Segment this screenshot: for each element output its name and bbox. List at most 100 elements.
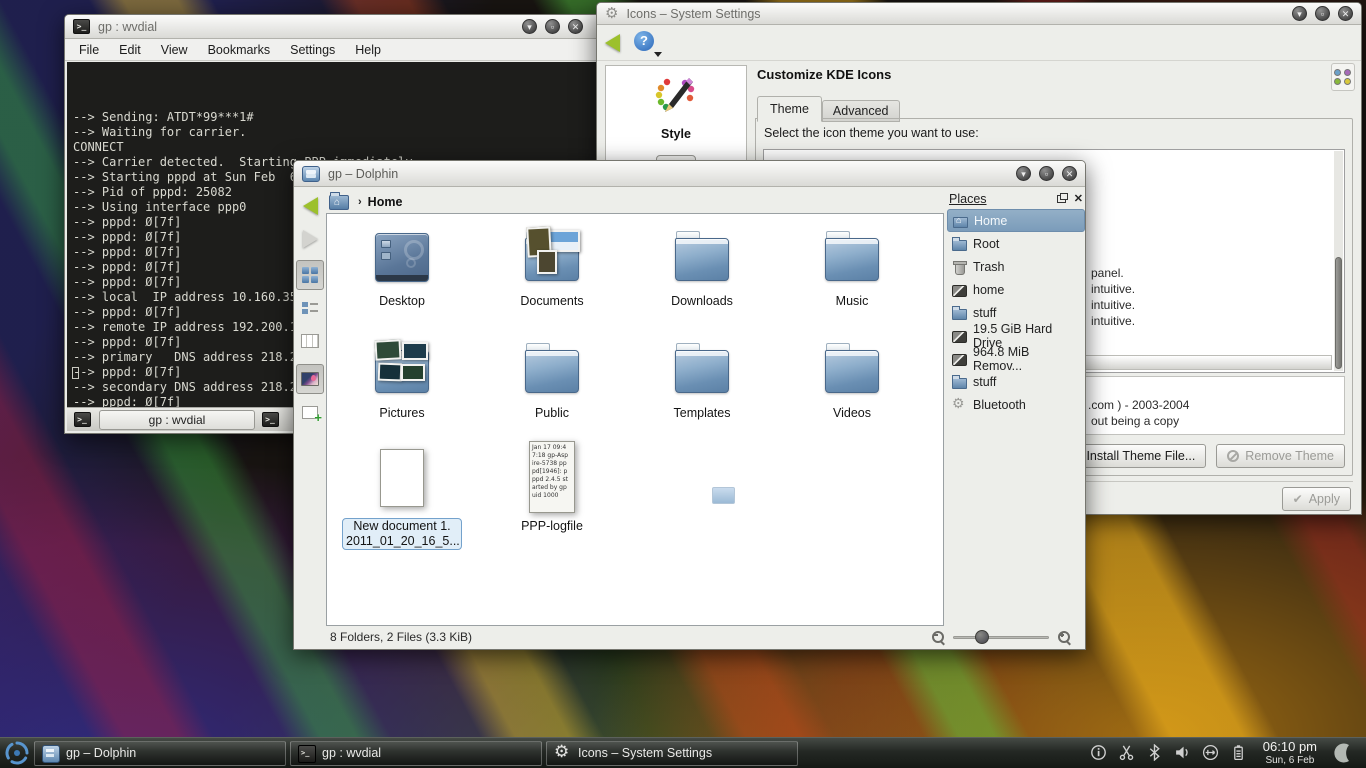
icon-theme-list-text: panel.intuitive.intuitive.intuitive. (1091, 265, 1135, 329)
columns-view-button[interactable] (296, 326, 324, 356)
new-tab-button[interactable]: >_ (69, 410, 95, 430)
close-icon[interactable]: ✕ (1062, 166, 1077, 181)
file-item[interactable]: Jan 17 09:4 7:18 gp-Asp ire-5738 pp pd[1… (477, 439, 627, 557)
file-label: New document 1. 2011_01_20_16_5... (342, 518, 462, 550)
folder-icon (820, 336, 884, 400)
dolphin-titlebar[interactable]: gp – Dolphin ▾ ▫ ✕ (294, 161, 1085, 187)
task-button[interactable]: gp : wvdial (290, 741, 542, 766)
place-item[interactable]: home (947, 278, 1085, 301)
icons-view-icon (302, 267, 318, 283)
back-button[interactable] (296, 191, 324, 221)
minimize-icon[interactable]: ▾ (522, 19, 537, 34)
dolphin-file-view[interactable]: Desktop Documents Downloads (326, 213, 944, 626)
chevron-down-icon (654, 52, 662, 57)
device-notifier-icon[interactable] (1201, 743, 1220, 762)
slider-track (953, 636, 1049, 639)
overview-icon[interactable] (1331, 63, 1355, 91)
close-icon[interactable]: ✕ (1338, 6, 1353, 21)
folder-item[interactable]: Templates (627, 336, 777, 448)
bluetooth-icon[interactable] (1145, 743, 1164, 762)
maximize-icon[interactable]: ▫ (1039, 166, 1054, 181)
place-item[interactable]: Root (947, 232, 1085, 255)
task-icon (553, 745, 571, 761)
place-item[interactable]: stuff (947, 370, 1085, 393)
terminal-icon: >_ (262, 412, 279, 427)
task-manager: gp – Dolphin gp : wvdial Icons – System … (34, 741, 802, 766)
apply-button[interactable]: ✔ Apply (1282, 487, 1351, 511)
menu-item[interactable]: Edit (119, 43, 141, 57)
breadcrumb-home[interactable]: Home (368, 195, 403, 209)
icons-view-button[interactable] (296, 260, 324, 290)
menu-item[interactable]: Bookmarks (208, 43, 271, 57)
folder-item[interactable]: Public (477, 336, 627, 448)
terminal-cursor (72, 367, 79, 379)
forward-button[interactable] (296, 224, 324, 254)
task-button[interactable]: Icons – System Settings (546, 741, 798, 766)
tab-theme[interactable]: Theme (757, 96, 822, 122)
klipper-icon[interactable] (1117, 743, 1136, 762)
folder-grid: Desktop Documents Downloads (327, 224, 943, 448)
panel-taskbar: gp – Dolphin gp : wvdial Icons – System … (0, 737, 1366, 768)
konsole-tab[interactable]: gp : wvdial (99, 410, 255, 430)
digital-clock[interactable]: 06:10 pm Sun, 6 Feb (1257, 740, 1323, 765)
folder-item[interactable]: Music (777, 224, 927, 336)
zoom-in-icon[interactable] (1057, 630, 1071, 644)
task-icon (297, 745, 315, 761)
place-label: Root (973, 237, 999, 251)
remove-theme-button[interactable]: Remove Theme (1216, 444, 1345, 468)
place-item[interactable]: Home (947, 209, 1085, 232)
place-label: home (973, 283, 1004, 297)
slider-handle[interactable] (975, 630, 989, 644)
folder-item[interactable]: Downloads (627, 224, 777, 336)
menu-item[interactable]: Help (355, 43, 381, 57)
info-icon[interactable] (1089, 743, 1108, 762)
folder-item[interactable]: Desktop (327, 224, 477, 336)
minimize-icon[interactable]: ▾ (1292, 6, 1307, 21)
split-view-button[interactable] (296, 397, 324, 427)
panel-toolbox-icon[interactable] (1332, 741, 1356, 765)
volume-icon[interactable] (1173, 743, 1192, 762)
maximize-icon[interactable]: ▫ (1315, 6, 1330, 21)
file-item[interactable]: New document 1. 2011_01_20_16_5... (327, 439, 477, 557)
zoom-slider[interactable] (953, 630, 1049, 644)
breadcrumb-home-button[interactable]: ⌂ (326, 192, 352, 212)
sidebar-item-style[interactable]: Style (606, 66, 746, 141)
menu-item[interactable]: Settings (290, 43, 335, 57)
scrollbar[interactable] (1334, 151, 1343, 371)
place-label: stuff (973, 375, 996, 389)
file-icon (380, 449, 424, 507)
menu-item[interactable]: File (79, 43, 99, 57)
place-item[interactable]: Bluetooth (947, 393, 1085, 416)
folder-item[interactable]: Pictures (327, 336, 477, 448)
menu-item[interactable]: View (161, 43, 188, 57)
folder-item[interactable]: Videos (777, 336, 927, 448)
konsole-titlebar[interactable]: >_ gp : wvdial ▾ ▫ ✕ (65, 15, 609, 39)
preview-button[interactable] (296, 364, 324, 394)
app-launcher-button[interactable] (0, 738, 34, 768)
details-view-button[interactable] (296, 293, 324, 323)
minimize-icon[interactable]: ▾ (1016, 166, 1031, 181)
maximize-icon[interactable]: ▫ (545, 19, 560, 34)
close-panel-icon[interactable]: ✕ (1074, 194, 1083, 204)
place-icon (951, 305, 967, 321)
task-label: Icons – System Settings (578, 746, 712, 760)
float-panel-icon[interactable] (1057, 195, 1066, 203)
dolphin-toolbar (296, 191, 326, 430)
place-label: Bluetooth (973, 398, 1026, 412)
system-settings-titlebar[interactable]: ⚙ Icons – System Settings ▾ ▫ ✕ (597, 3, 1361, 25)
drag-ghost-icon (712, 487, 735, 504)
scrollbar-thumb[interactable] (1335, 257, 1342, 369)
folder-label: Pictures (375, 405, 428, 422)
battery-icon[interactable] (1229, 743, 1248, 762)
help-button[interactable]: ? (634, 31, 660, 55)
folder-item[interactable]: Documents (477, 224, 627, 336)
zoom-out-icon[interactable] (931, 630, 945, 644)
terminal-icon: >_ (74, 412, 91, 427)
place-item[interactable]: 964.8 MiB Remov... (947, 347, 1085, 370)
place-item[interactable]: Trash (947, 255, 1085, 278)
task-button[interactable]: gp – Dolphin (34, 741, 286, 766)
tab-list-button[interactable]: >_ (257, 410, 283, 430)
folder-icon (520, 224, 584, 288)
back-arrow-icon[interactable] (605, 34, 620, 52)
close-icon[interactable]: ✕ (568, 19, 583, 34)
